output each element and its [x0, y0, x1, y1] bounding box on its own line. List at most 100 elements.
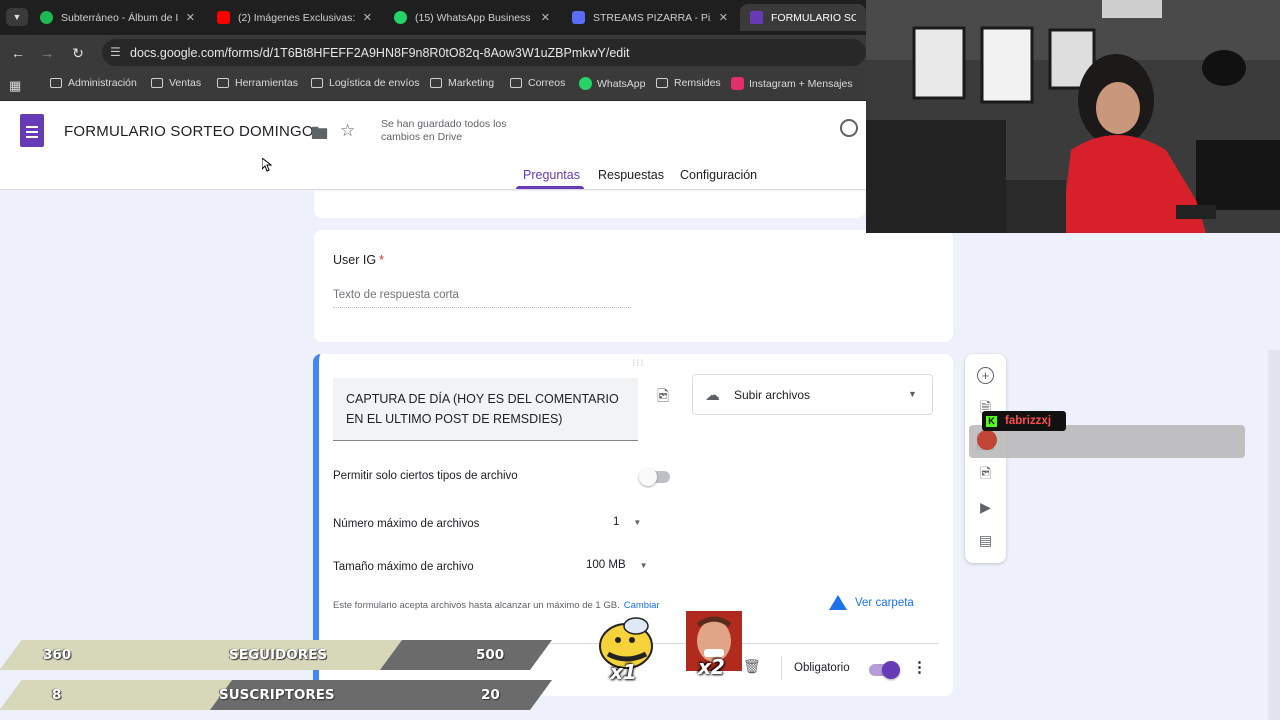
bee-emote-multiplier: x1 — [610, 660, 637, 684]
address-bar[interactable]: ☰ docs.google.com/forms/d/1T6Bt8HFEFF2A9… — [102, 39, 866, 66]
forward-arrow-icon[interactable]: → — [38, 44, 56, 62]
add-section-icon[interactable]: ▤ — [977, 532, 994, 549]
required-toggle[interactable] — [869, 661, 900, 679]
tab-respuestas[interactable]: Respuestas — [598, 168, 664, 182]
followers-goal: 500 — [476, 647, 505, 663]
required-label: Obligatorio — [794, 662, 850, 674]
google-forms-logo-icon[interactable] — [20, 114, 44, 147]
upload-cloud-icon: ☁ — [705, 387, 720, 404]
move-to-folder-icon[interactable]: 🖿 — [311, 121, 328, 150]
bookmark-logistica[interactable]: Logística de envíos — [311, 77, 419, 89]
folder-icon — [510, 78, 522, 88]
bookmark-administracion[interactable]: Administración — [50, 77, 137, 89]
forms-header: FORMULARIO SORTEO DOMINGO 🖿 ☆ Se han gua… — [0, 101, 866, 190]
drag-handle-icon[interactable]: ⁝⁝⁝ — [632, 358, 645, 369]
apps-grid-icon[interactable]: ▦ — [9, 78, 21, 94]
browser-tab-strip: ▼ Subterráneo - Álbum de Im ✕ (2) Imágen… — [0, 0, 866, 35]
folder-icon — [311, 78, 323, 88]
max-files-label: Número máximo de archivos — [333, 518, 480, 530]
tab-configuracion[interactable]: Configuración — [680, 168, 757, 182]
form-tabs: Preguntas Respuestas Configuración — [0, 161, 866, 190]
add-question-icon[interactable]: + — [977, 367, 994, 384]
chat-avatar — [977, 430, 997, 450]
browser-tab[interactable]: (15) WhatsApp Business ✕ — [384, 4, 560, 31]
add-image-icon[interactable]: 🖻 — [977, 465, 994, 483]
webcam-overlay — [866, 0, 1280, 233]
subscribers-label: SUSCRIPTORES — [219, 687, 335, 703]
close-tab-icon[interactable]: ✕ — [186, 11, 195, 24]
chevron-down-icon: ▼ — [908, 389, 917, 399]
bookmark-herramientas[interactable]: Herramientas — [217, 77, 298, 89]
browser-tab-active[interactable]: FORMULARIO SORTEO — [740, 4, 866, 31]
bookmark-instagram[interactable]: Instagram + Mensajes — [731, 77, 853, 90]
back-arrow-icon[interactable]: ← — [9, 44, 27, 62]
google-forms-icon — [750, 11, 763, 24]
close-tab-icon[interactable]: ✕ — [363, 11, 372, 24]
whatsapp-icon — [579, 77, 592, 90]
youtube-icon — [217, 11, 230, 24]
spotify-icon — [40, 11, 53, 24]
question-title: User IG * — [333, 253, 384, 267]
bookmark-correos[interactable]: Correos — [510, 77, 565, 89]
previous-question-card[interactable] — [314, 191, 865, 218]
folder-icon — [430, 78, 442, 88]
folder-icon — [217, 78, 229, 88]
browser-toolbar: ← → ↻ ☰ docs.google.com/forms/d/1T6Bt8HF… — [0, 35, 866, 70]
bee-emote-icon: x1 — [596, 616, 656, 684]
more-options-icon[interactable]: ⋮ — [912, 658, 927, 676]
chat-username-badge: K fabrizzxj — [982, 411, 1066, 431]
browser-tab[interactable]: (2) Imágenes Exclusivas: Dr ✕ — [207, 4, 382, 31]
upload-limit-note: Este formulario acepta archivos hasta al… — [333, 600, 660, 611]
reload-icon[interactable]: ↻ — [69, 44, 87, 62]
question-side-toolbar: + 🗎 Tt 🖻 ▶ ▤ — [965, 354, 1006, 563]
bookmark-whatsapp[interactable]: WhatsApp — [579, 77, 645, 90]
footer-separator — [781, 656, 782, 680]
folder-icon — [656, 78, 668, 88]
question-type-dropdown[interactable]: ☁ Subir archivos ▼ — [692, 374, 933, 415]
allow-file-types-label: Permitir solo ciertos tipos de archivo — [333, 470, 518, 482]
followers-goal-bar: 360 SEGUIDORES 500 — [0, 640, 552, 670]
close-tab-icon[interactable]: ✕ — [719, 11, 728, 24]
max-size-select[interactable]: 100 MB ▼ — [586, 559, 648, 571]
change-limit-link[interactable]: Cambiar — [624, 600, 660, 611]
folder-icon — [151, 78, 163, 88]
url-text: docs.google.com/forms/d/1T6Bt8HFEFF2A9HN… — [130, 45, 630, 60]
chevron-down-icon: ▼ — [639, 561, 648, 570]
page-scrollbar[interactable] — [1268, 350, 1280, 720]
folder-icon — [50, 78, 62, 88]
bookmarks-bar: ▦ Administración Ventas Herramientas Log… — [0, 70, 866, 101]
bookmark-ventas[interactable]: Ventas — [151, 77, 201, 89]
subscribers-goal-bar: 8 SUSCRIPTORES 20 — [0, 680, 552, 710]
question-title-input[interactable]: CAPTURA DE DÍA (HOY ES DEL COMENTARIO EN… — [333, 378, 638, 441]
instagram-icon — [731, 77, 744, 90]
laughing-man-emote-icon: x2 — [686, 611, 742, 681]
bookmark-remsides[interactable]: Remsides — [656, 77, 721, 89]
google-drive-icon — [829, 595, 847, 610]
form-title[interactable]: FORMULARIO SORTEO DOMINGO — [64, 123, 314, 140]
required-asterisk: * — [379, 253, 384, 267]
view-folder-button[interactable]: Ver carpeta — [829, 595, 914, 610]
bookmark-marketing[interactable]: Marketing — [430, 77, 494, 89]
star-icon[interactable]: ☆ — [340, 121, 355, 141]
delete-trash-icon[interactable]: 🗑 — [743, 658, 761, 675]
tab-preguntas[interactable]: Preguntas — [523, 168, 580, 182]
max-size-label: Tamaño máximo de archivo — [333, 561, 474, 573]
laughing-man-emote-multiplier: x2 — [698, 655, 725, 679]
question-card-user-ig[interactable]: User IG * Texto de respuesta corta — [314, 230, 953, 342]
short-answer-placeholder: Texto de respuesta corta — [333, 289, 631, 308]
tab-search-chevron-icon[interactable]: ▼ — [6, 8, 28, 26]
close-tab-icon[interactable]: ✕ — [541, 11, 550, 24]
allow-file-types-toggle[interactable] — [639, 468, 670, 486]
add-image-icon[interactable]: 🖻 — [657, 386, 669, 411]
kick-logo-icon: K — [986, 415, 997, 427]
max-files-select[interactable]: 1 ▼ — [613, 516, 641, 528]
browser-tab[interactable]: Subterráneo - Álbum de Im ✕ — [30, 4, 205, 31]
save-status: Se han guardado todos los cambios en Dri… — [381, 118, 507, 143]
customize-theme-palette-icon[interactable] — [840, 119, 858, 137]
followers-current: 360 — [43, 647, 72, 663]
subscribers-current: 8 — [52, 687, 62, 703]
site-settings-icon[interactable]: ☰ — [110, 45, 121, 59]
add-video-icon[interactable]: ▶ — [977, 499, 994, 516]
subscribers-goal: 20 — [481, 687, 500, 703]
browser-tab[interactable]: STREAMS PIZARRA - Pizarr ✕ — [562, 4, 738, 31]
